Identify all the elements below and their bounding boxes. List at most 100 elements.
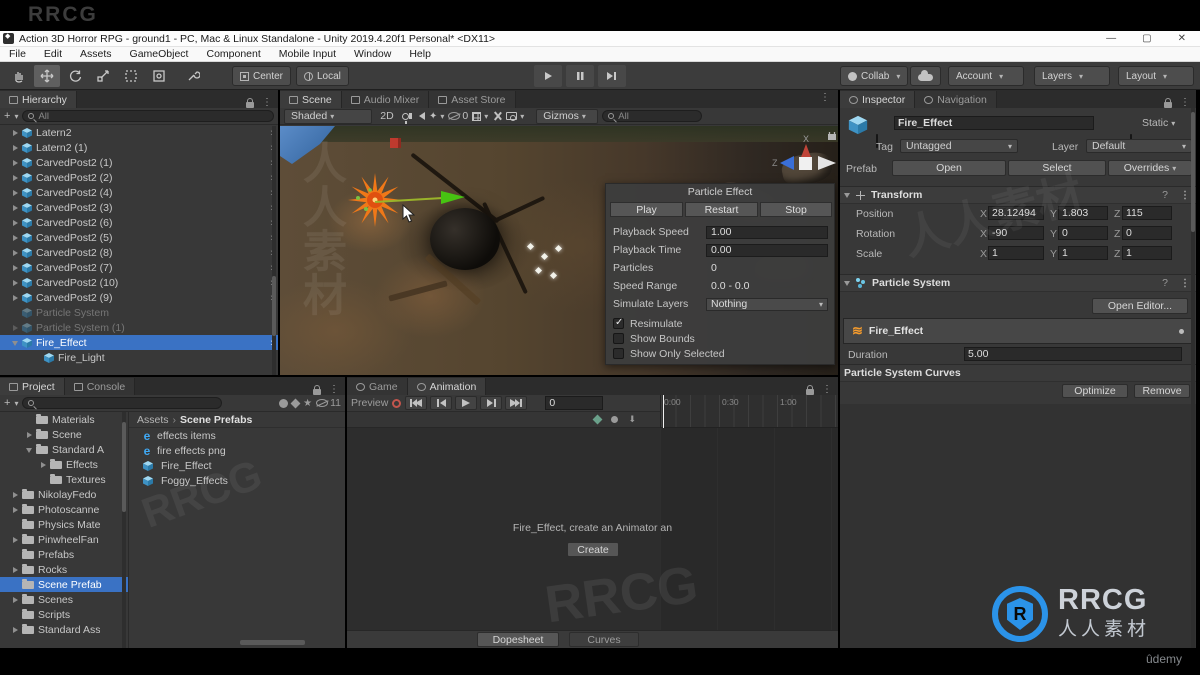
expand-arrow-icon[interactable] bbox=[12, 249, 20, 257]
space-toggle-button[interactable]: Local bbox=[296, 66, 349, 86]
breadcrumb-current[interactable]: Scene Prefabs bbox=[180, 414, 252, 426]
hierarchy-item[interactable]: Particle System bbox=[0, 305, 278, 320]
expand-arrow-icon[interactable] bbox=[12, 204, 20, 212]
stop-particles-button[interactable]: Stop bbox=[760, 202, 832, 217]
expand-arrow-icon[interactable] bbox=[12, 234, 20, 242]
axis-x-field[interactable]: 1 bbox=[988, 246, 1044, 260]
menu-item[interactable]: Help bbox=[400, 48, 440, 60]
record-button[interactable] bbox=[392, 398, 402, 408]
restart-particles-button[interactable]: Restart bbox=[685, 202, 758, 217]
checkbox[interactable] bbox=[613, 333, 624, 344]
preview-button[interactable]: Preview bbox=[351, 397, 388, 409]
hidden-objects-toggle[interactable]: 0 bbox=[448, 110, 468, 122]
prefab-open-button[interactable]: Open bbox=[892, 160, 1006, 176]
project-folder[interactable]: Scripts bbox=[0, 607, 128, 622]
project-folder[interactable]: Scenes bbox=[0, 592, 128, 607]
audio-toggle-icon[interactable] bbox=[409, 112, 425, 120]
add-event-icon[interactable]: ⬇ bbox=[628, 414, 636, 425]
2d-toggle[interactable]: 2D bbox=[376, 110, 398, 122]
menu-item[interactable]: Window bbox=[345, 48, 400, 60]
rect-tool-icon[interactable] bbox=[118, 65, 144, 87]
layout-dropdown[interactable]: Layout bbox=[1118, 66, 1194, 86]
timeline-ruler[interactable]: 0:00 0:30 1:00 bbox=[660, 395, 838, 428]
hierarchy-scrollbar[interactable] bbox=[272, 126, 276, 375]
expand-arrow-icon[interactable] bbox=[12, 521, 20, 529]
scene-viewport[interactable]: X Z Particle Effect Play Restart Stop Pl… bbox=[280, 126, 838, 375]
layers-dropdown[interactable]: Layers bbox=[1034, 66, 1110, 86]
checkbox[interactable] bbox=[613, 348, 624, 359]
camera-dropdown-icon[interactable] bbox=[506, 112, 524, 121]
axis-x-field[interactable]: 28.12494 bbox=[988, 206, 1044, 220]
project-file[interactable]: Foggy_Effects bbox=[129, 473, 345, 488]
setting-value[interactable]: 1.00 bbox=[706, 225, 828, 239]
lock-icon[interactable] bbox=[313, 385, 321, 395]
expand-arrow-icon[interactable] bbox=[12, 339, 20, 347]
remove-button[interactable]: Remove bbox=[1134, 384, 1190, 398]
hierarchy-item[interactable]: Fire_Light bbox=[0, 350, 278, 365]
scene-tab[interactable]: Scene bbox=[280, 91, 342, 108]
hierarchy-item[interactable]: CarvedPost2 (10) bbox=[0, 275, 278, 290]
expand-arrow-icon[interactable] bbox=[12, 279, 20, 287]
expand-arrow-icon[interactable] bbox=[12, 581, 20, 589]
hierarchy-item[interactable]: Particle System (1) bbox=[0, 320, 278, 335]
expand-arrow-icon[interactable] bbox=[12, 144, 20, 152]
project-folder[interactable]: Rocks bbox=[0, 562, 128, 577]
goto-end-button[interactable] bbox=[505, 396, 528, 410]
duration-field[interactable]: 5.00 bbox=[964, 347, 1182, 361]
particle-system-header[interactable]: Particle System bbox=[840, 274, 1196, 292]
project-folder[interactable]: Prefabs bbox=[0, 547, 128, 562]
collab-filter-icon[interactable] bbox=[279, 398, 289, 408]
hierarchy-search-input[interactable]: All bbox=[22, 110, 274, 122]
expand-arrow-icon[interactable] bbox=[12, 536, 20, 544]
collab-dropdown[interactable]: Collab bbox=[840, 66, 909, 86]
setting-value[interactable]: 0 bbox=[706, 262, 828, 275]
static-dropdown[interactable]: Static bbox=[1142, 117, 1175, 129]
project-file[interactable]: effects items bbox=[129, 428, 345, 443]
scene-tab[interactable]: Asset Store bbox=[429, 91, 516, 108]
project-folder[interactable]: PinwheelFan bbox=[0, 532, 128, 547]
hierarchy-item[interactable]: CarvedPost2 (7) bbox=[0, 260, 278, 275]
grid-dropdown-icon[interactable] bbox=[472, 111, 488, 121]
project-file[interactable]: Fire_Effect bbox=[129, 458, 345, 473]
animation-tab[interactable]: Game bbox=[347, 378, 408, 395]
lock-icon[interactable] bbox=[246, 98, 254, 108]
play-animation-button[interactable] bbox=[455, 396, 478, 410]
help-icon[interactable] bbox=[1162, 189, 1168, 201]
project-tab[interactable]: Project bbox=[0, 378, 65, 395]
favorites-icon[interactable]: ★ bbox=[303, 398, 312, 409]
project-folder[interactable]: Materials bbox=[0, 412, 128, 427]
project-file[interactable]: fire effects png bbox=[129, 443, 345, 458]
expand-arrow-icon[interactable] bbox=[12, 566, 20, 574]
axis-y-field[interactable]: 0 bbox=[1058, 226, 1108, 240]
cloud-button[interactable] bbox=[910, 66, 941, 86]
expand-arrow-icon[interactable] bbox=[12, 159, 20, 167]
gizmos-dropdown[interactable]: Gizmos bbox=[536, 108, 599, 124]
checkbox[interactable] bbox=[613, 317, 624, 329]
dopesheet-button[interactable]: Dopesheet bbox=[477, 632, 559, 647]
step-button[interactable] bbox=[598, 65, 626, 87]
draw-mode-dropdown[interactable]: Shaded bbox=[284, 108, 372, 124]
hierarchy-item[interactable]: CarvedPost2 (4) bbox=[0, 185, 278, 200]
prev-frame-button[interactable] bbox=[430, 396, 453, 410]
play-particles-button[interactable]: Play bbox=[610, 202, 683, 217]
inspector-tab[interactable]: Navigation bbox=[915, 91, 997, 108]
hierarchy-item[interactable]: CarvedPost2 (3) bbox=[0, 200, 278, 215]
expand-arrow-icon[interactable] bbox=[12, 294, 20, 302]
pivot-toggle-button[interactable]: Center bbox=[232, 66, 292, 86]
goto-start-button[interactable] bbox=[405, 396, 428, 410]
move-gizmo-z-arrow[interactable] bbox=[375, 188, 467, 210]
project-folder[interactable]: Effects bbox=[0, 457, 128, 472]
particle-checkbox-row[interactable]: Resimulate bbox=[606, 316, 834, 331]
menu-item[interactable]: GameObject bbox=[121, 48, 198, 60]
project-folder[interactable]: Scene Prefab bbox=[0, 577, 128, 592]
hierarchy-item[interactable]: CarvedPost2 (6) bbox=[0, 215, 278, 230]
particle-checkbox-row[interactable]: Show Bounds bbox=[606, 331, 834, 346]
hierarchy-item[interactable]: CarvedPost2 (5) bbox=[0, 230, 278, 245]
foldout-arrow-icon[interactable] bbox=[844, 280, 850, 286]
hand-tool-icon[interactable] bbox=[6, 65, 32, 87]
expand-arrow-icon[interactable] bbox=[12, 626, 20, 634]
expand-arrow-icon[interactable] bbox=[12, 174, 20, 182]
tab-hierarchy[interactable]: Hierarchy bbox=[0, 91, 77, 108]
frame-field[interactable]: 0 bbox=[545, 396, 604, 410]
panel-menu-icon[interactable] bbox=[1174, 97, 1196, 108]
